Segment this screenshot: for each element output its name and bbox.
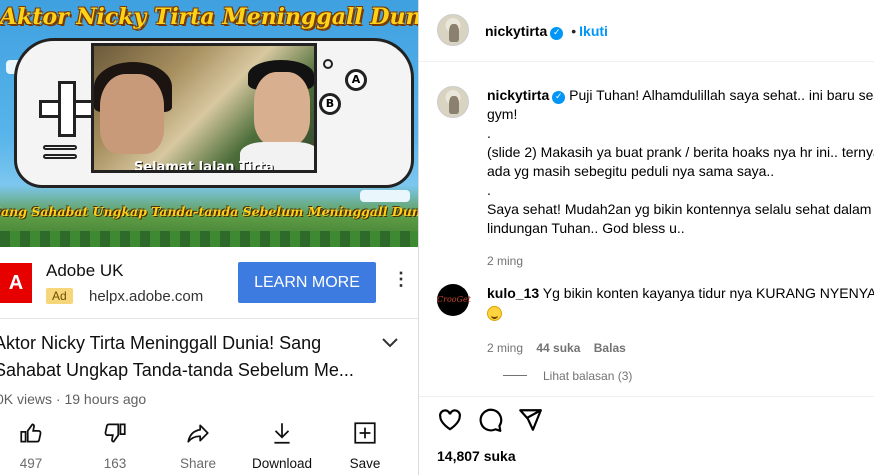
pixel-grass (0, 231, 418, 247)
comment-text: Yg bikin konten kayanya tidur nya KURANG… (542, 285, 874, 301)
video-title-line: Aktor Nicky Tirta Meninggall Dunia! Sang (0, 333, 322, 353)
comment-meta: 2 ming 44 suka Balas (487, 339, 874, 358)
screenshot-root: Aktor Nicky Tirta Meninggall Dunia! A B … (0, 0, 874, 475)
laughing-emoji-icon (487, 306, 502, 321)
thumbnail-subline: Sang Sahabat Ungkap Tanda-tanda Sebelum … (0, 204, 418, 219)
view-replies-label: Lihat balasan (3) (543, 369, 633, 383)
more-vertical-icon[interactable]: ⋮ (392, 269, 410, 290)
post-image-panel: Aktor Nicky Tirta Meninggall Dunia! A B … (0, 0, 418, 475)
game-console-frame: A B Selamat Jalan Tirta (14, 38, 414, 188)
video-title[interactable]: Aktor Nicky Tirta Meninggall Dunia! Sang… (0, 330, 364, 384)
adobe-logo-icon: A (0, 263, 32, 303)
like-count[interactable]: 14,807 suka (437, 448, 516, 464)
follow-button[interactable]: Ikuti (579, 23, 608, 39)
ad-badge: Ad (46, 288, 73, 304)
ad-advertiser[interactable]: Adobe UK (46, 261, 124, 281)
comment: kulo_13 Yg bikin konten kayanya tidur ny… (487, 284, 874, 358)
thumbs-down-icon (80, 420, 150, 450)
comment-time: 2 ming (487, 341, 524, 355)
person-left-face (100, 74, 164, 154)
share-icon[interactable] (517, 407, 543, 433)
person-right-face (254, 72, 310, 146)
save-button[interactable]: Save (330, 420, 400, 471)
post-header-info: nickytirta ✓ • Ikuti (485, 23, 608, 41)
cloud (360, 190, 410, 202)
share-icon (163, 420, 233, 450)
comment-username[interactable]: kulo_13 (487, 285, 539, 301)
header-username[interactable]: nickytirta (485, 23, 547, 39)
download-label: Download (251, 456, 313, 471)
screen-caption: Selamat Jalan Tirta (134, 160, 274, 173)
caption-time: 2 ming (487, 254, 524, 268)
chevron-down-icon[interactable] (382, 332, 398, 353)
caption-text: Puji Tuhan! Alhamdulillah saya sehat.. i… (487, 87, 874, 236)
download-button[interactable]: Download (247, 420, 317, 471)
dpad-icon (39, 81, 95, 137)
download-icon (247, 420, 317, 450)
save-label: Save (349, 456, 381, 471)
ad-card: A Adobe UK Ad helpx.adobe.com LEARN MORE… (0, 247, 418, 319)
thumbnail-headline: Aktor Nicky Tirta Meninggall Dunia! (0, 4, 418, 30)
like-button[interactable]: 497 (0, 420, 66, 471)
video-actions: 497 163 Share Download Save (0, 420, 418, 475)
console-screw (323, 59, 333, 69)
share-button[interactable]: Share (163, 420, 233, 471)
ad-domain[interactable]: helpx.adobe.com (89, 288, 203, 305)
post-caption: nickytirta ✓ Puji Tuhan! Alhamdulillah sa… (487, 86, 874, 271)
dislike-count: 163 (103, 456, 127, 471)
avatar[interactable] (437, 14, 469, 46)
video-thumbnail[interactable]: Aktor Nicky Tirta Meninggall Dunia! A B … (0, 0, 418, 247)
replies-rule (503, 375, 527, 376)
verified-badge-icon: ✓ (552, 91, 566, 104)
console-screen: Selamat Jalan Tirta (91, 43, 317, 173)
caption-avatar[interactable] (437, 86, 469, 118)
instagram-comments-panel: nickytirta ✓ • Ikuti nickytirta ✓ Puji Tuhan… (418, 0, 874, 475)
share-label: Share (179, 456, 217, 471)
verified-badge-icon: ✓ (550, 27, 564, 40)
video-title-line: Sahabat Ungkap Tanda-tanda Sebelum Me... (0, 360, 354, 380)
console-button-a: A (345, 69, 367, 91)
thumbs-up-icon (0, 420, 66, 450)
post-header: nickytirta ✓ • Ikuti (419, 0, 874, 62)
caption-username[interactable]: nickytirta (487, 87, 549, 103)
commenter-avatar[interactable]: CrooGet (437, 284, 471, 316)
separator-dot: • (571, 23, 577, 39)
save-to-playlist-icon (330, 420, 400, 450)
heart-icon[interactable] (437, 407, 463, 433)
learn-more-button[interactable]: LEARN MORE (238, 262, 376, 303)
speaker-icon (43, 145, 77, 169)
comment-likes[interactable]: 44 suka (536, 341, 580, 355)
dislike-button[interactable]: 163 (80, 420, 150, 471)
video-meta: 0K views · 19 hours ago (0, 391, 147, 407)
like-count: 497 (19, 456, 43, 471)
comment-icon[interactable] (477, 407, 503, 433)
view-replies-button[interactable]: Lihat balasan (3) (503, 369, 632, 383)
reply-button[interactable]: Balas (594, 341, 626, 355)
post-action-bar: 14,807 suka (419, 396, 874, 475)
console-button-b: B (319, 93, 341, 115)
